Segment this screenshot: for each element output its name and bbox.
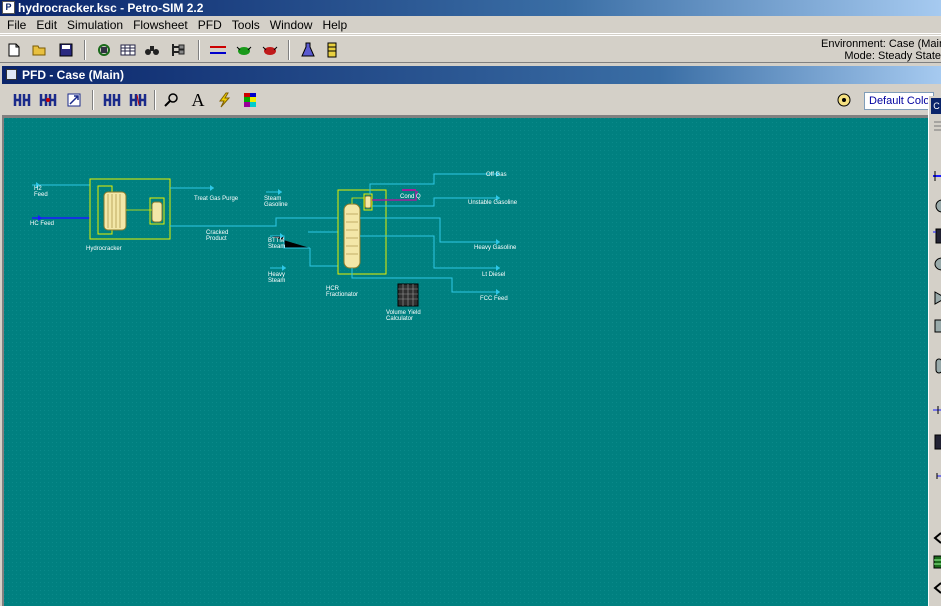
palette-separator-icon[interactable] xyxy=(931,358,941,374)
size-mode-icon[interactable] xyxy=(102,90,122,110)
auto-position-icon[interactable] xyxy=(64,90,84,110)
menu-pfd[interactable]: PFD xyxy=(193,16,227,34)
unstable-gasoline-label: Unstable Gasoline xyxy=(468,200,518,206)
flowsheet-drawing xyxy=(4,118,928,606)
menu-help[interactable]: Help xyxy=(317,16,352,34)
hydrocracker-label: Hydrocracker xyxy=(86,246,122,252)
hc-feed-label: HC Feed xyxy=(30,221,55,227)
pfd-window-icon xyxy=(6,69,17,80)
heavy-gasoline-label: Heavy Gasoline xyxy=(474,245,517,251)
cond-q-label: Cond Q xyxy=(400,194,421,200)
palette-stream-icon[interactable] xyxy=(931,168,941,184)
pfd-window-title: PFD - Case (Main) xyxy=(22,68,125,82)
text-annotation-icon[interactable]: A xyxy=(188,90,208,110)
green-mode-icon[interactable] xyxy=(234,40,254,60)
attach-stream-icon[interactable] xyxy=(38,90,58,110)
workbook-icon[interactable] xyxy=(118,40,138,60)
attach-mode-icon[interactable] xyxy=(12,90,32,110)
hcr-fractionator-label: HCR Fractionator xyxy=(326,286,359,298)
palette-tank-icon[interactable] xyxy=(931,256,941,272)
heavy-steam-label: Heavy Steam xyxy=(268,272,286,284)
new-file-icon[interactable] xyxy=(4,40,24,60)
save-disk-icon[interactable] xyxy=(56,40,76,60)
open-folder-icon[interactable] xyxy=(30,40,50,60)
toolbar-separator xyxy=(198,40,200,60)
solver-icon[interactable] xyxy=(94,40,114,60)
palette-title-icon[interactable]: C xyxy=(931,98,941,114)
red-mode-icon[interactable] xyxy=(260,40,280,60)
object-navigator-icon[interactable] xyxy=(168,40,188,60)
window-title: hydrocracker.ksc - Petro-SIM 2.2 xyxy=(18,1,204,15)
menu-file[interactable]: File xyxy=(2,16,31,34)
palette-valve-icon[interactable] xyxy=(931,468,941,484)
binoculars-icon[interactable] xyxy=(142,40,162,60)
palette-mixer-icon[interactable] xyxy=(931,402,941,418)
lightning-icon[interactable] xyxy=(214,90,234,110)
app-icon: P xyxy=(2,1,15,14)
toolbar-separator xyxy=(154,90,156,110)
color-scheme-dropdown[interactable]: Default Colour Scheme xyxy=(864,92,934,110)
palette-pump-icon[interactable] xyxy=(931,198,941,214)
toolbar-separator xyxy=(84,40,86,60)
palette-grid-icon[interactable] xyxy=(931,554,941,570)
flask-icon[interactable] xyxy=(298,40,318,60)
toolbar-separator xyxy=(92,90,94,110)
flowsheet-lines-icon[interactable] xyxy=(208,40,228,60)
break-connection-icon[interactable] xyxy=(128,90,148,110)
main-toolbar: Environment: Case (Main) Mode: Steady St… xyxy=(0,35,941,63)
zoom-magnifier-icon[interactable] xyxy=(162,90,182,110)
scheme-settings-icon[interactable] xyxy=(834,90,854,110)
environment-text: Environment: Case (Main) xyxy=(821,38,941,50)
palette-back-icon[interactable] xyxy=(931,580,941,596)
pfd-canvas[interactable]: H2 Feed HC Feed Hydrocracker Treat Gas P… xyxy=(2,116,928,606)
bttm-steam-label: BTTM Steam xyxy=(268,238,286,250)
cracked-product-label: Cracked Product xyxy=(206,230,229,242)
petro-sim-app: P hydrocracker.ksc - Petro-SIM 2.2 File … xyxy=(0,0,941,606)
toolbar-separator xyxy=(288,40,290,60)
steam-gasoline-label: Steam Gasoline xyxy=(264,196,288,208)
mode-text: Mode: Steady State xyxy=(844,50,941,62)
palette-scroll-icon[interactable] xyxy=(931,118,941,134)
menu-tools[interactable]: Tools xyxy=(227,16,265,34)
off-gas-label: Off Gas xyxy=(486,172,507,178)
palette-compressor-icon[interactable] xyxy=(931,290,941,306)
fcc-feed-label: FCC Feed xyxy=(480,296,508,302)
h2-feed-label: H2 Feed xyxy=(34,186,48,198)
lt-diesel-label: Lt Diesel xyxy=(482,272,506,278)
menu-simulation[interactable]: Simulation xyxy=(62,16,128,34)
volume-yield-calculator-label: Volume Yield Calculator xyxy=(386,310,421,322)
treat-gas-purge-label: Treat Gas Purge xyxy=(194,196,239,202)
column-icon[interactable] xyxy=(322,40,342,60)
menu-bar: File Edit Simulation Flowsheet PFD Tools… xyxy=(0,16,941,34)
pfd-window-title-bar[interactable]: PFD - Case (Main) xyxy=(2,66,941,84)
object-palette: C xyxy=(928,96,941,606)
color-palette-icon[interactable] xyxy=(240,90,260,110)
palette-arrow-icon[interactable] xyxy=(931,530,941,546)
pfd-toolbar: A Default Colour Scheme xyxy=(2,84,941,116)
palette-column-icon[interactable] xyxy=(931,434,941,450)
environment-info: Environment: Case (Main) Mode: Steady St… xyxy=(821,38,941,62)
palette-vessel-icon[interactable] xyxy=(931,228,941,244)
menu-edit[interactable]: Edit xyxy=(31,16,62,34)
menu-flowsheet[interactable]: Flowsheet xyxy=(128,16,193,34)
palette-exchanger-icon[interactable] xyxy=(931,318,941,334)
menu-window[interactable]: Window xyxy=(265,16,318,34)
volume-yield-calculator-unit[interactable] xyxy=(397,283,419,307)
title-bar[interactable]: P hydrocracker.ksc - Petro-SIM 2.2 xyxy=(0,0,941,16)
